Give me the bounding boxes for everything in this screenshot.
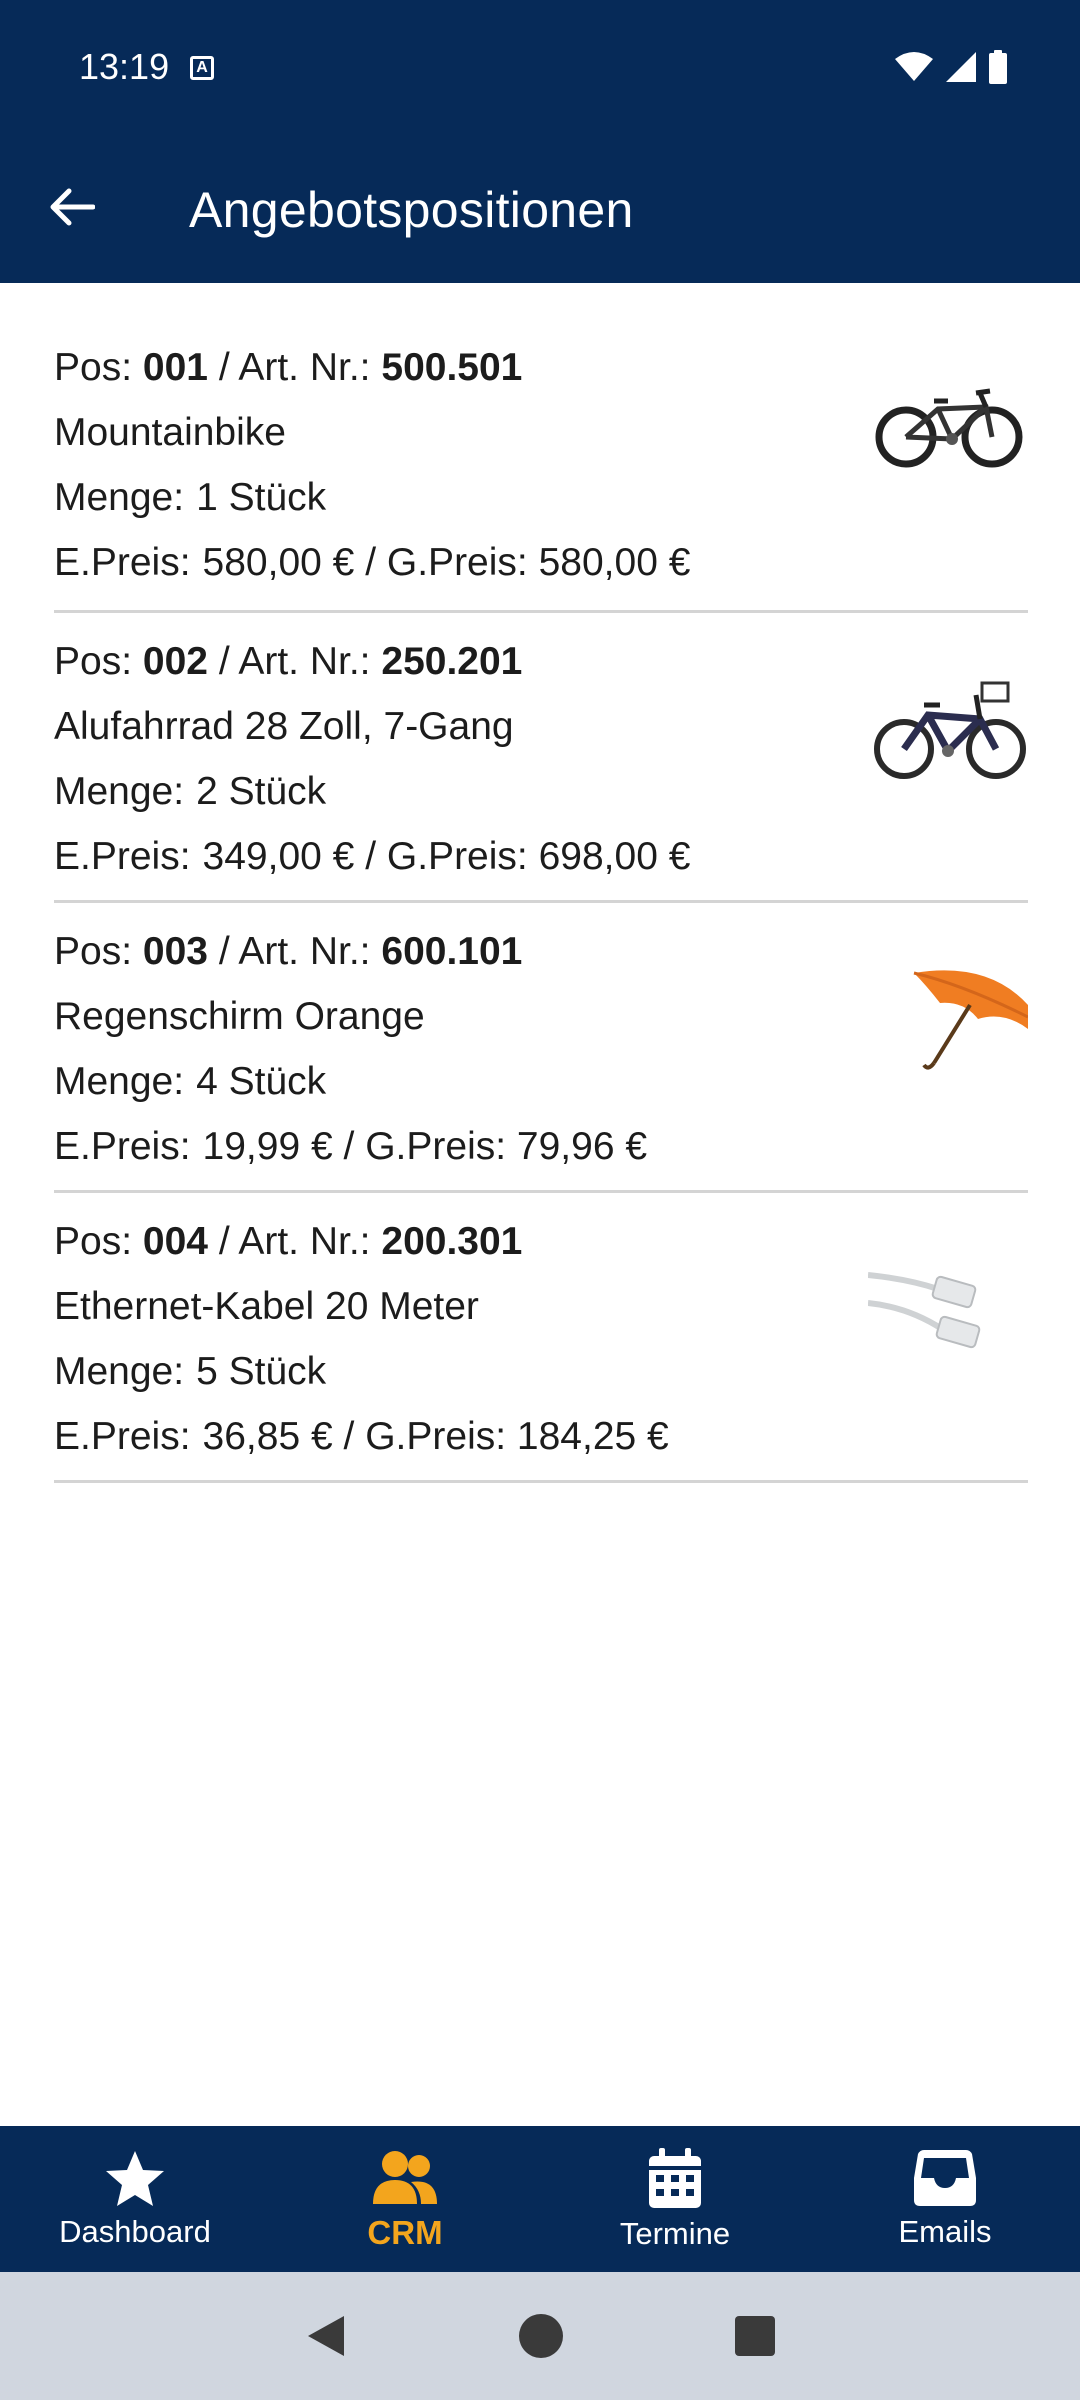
system-navigation-bar xyxy=(0,2272,1080,2400)
users-icon xyxy=(373,2151,437,2204)
cellular-signal-icon xyxy=(946,52,976,82)
quantity-unit: Stück xyxy=(228,770,327,813)
quantity-line: Menge: 2 Stück xyxy=(54,770,327,813)
inbox-icon xyxy=(914,2150,976,2206)
position-number: 003 xyxy=(142,930,208,973)
wifi-icon xyxy=(895,52,933,81)
article-name: Alufahrrad 28 Zoll, 7-Gang xyxy=(54,705,514,748)
price-line: E.Preis: 19,99 € / G.Preis: 79,96 € xyxy=(54,1125,648,1168)
price-line: E.Preis: 580,00 € / G.Preis: 580,00 € xyxy=(54,541,691,584)
app-bar: Angebotspositionen xyxy=(0,135,1080,283)
system-recents-icon[interactable] xyxy=(734,2315,776,2357)
bottom-navigation: Dashboard CRM Termine Emails xyxy=(0,2126,1080,2272)
star-icon xyxy=(106,2151,164,2206)
status-icons xyxy=(894,50,1008,84)
quantity-line: Menge: 1 Stück xyxy=(54,476,327,519)
offer-position-list: Pos: 001 / Art. Nr.: 500.501 Mountainbik… xyxy=(0,283,1080,1483)
nav-label-crm: CRM xyxy=(367,2214,443,2251)
city-bike-image xyxy=(874,681,1026,779)
list-item[interactable]: Pos: 001 / Art. Nr.: 500.501 Mountainbik… xyxy=(54,283,1028,613)
status-time: 13:19 xyxy=(79,46,170,87)
position-number: 004 xyxy=(142,1220,208,1263)
orange-umbrella-image xyxy=(913,970,1028,1070)
position-line: Pos: 002 / Art. Nr.: 250.201 xyxy=(54,640,523,683)
unit-price: 19,99 € xyxy=(202,1125,333,1168)
article-number: 500.501 xyxy=(381,346,523,389)
article-number: 250.201 xyxy=(381,640,523,683)
back-button[interactable] xyxy=(40,175,104,239)
position-line: Pos: 004 / Art. Nr.: 200.301 xyxy=(54,1220,523,1263)
position-line: Pos: 003 / Art. Nr.: 600.101 xyxy=(54,930,523,973)
unit-price: 36,85 € xyxy=(202,1415,333,1458)
mountainbike-image xyxy=(875,388,1023,468)
system-back-icon[interactable] xyxy=(304,2313,348,2359)
calendar-icon xyxy=(649,2148,701,2208)
ethernet-cable-image xyxy=(868,1272,981,1349)
keyboard-indicator-icon: A xyxy=(190,56,214,80)
list-item[interactable]: Pos: 004 / Art. Nr.: 200.301 Ethernet-Ka… xyxy=(54,1193,1028,1483)
nav-dashboard[interactable]: Dashboard xyxy=(0,2126,270,2272)
nav-termine[interactable]: Termine xyxy=(540,2126,810,2272)
position-line: Pos: 001 / Art. Nr.: 500.501 xyxy=(54,346,523,389)
quantity-unit: Stück xyxy=(228,1350,327,1393)
article-number: 200.301 xyxy=(381,1220,523,1263)
quantity-value: 5 xyxy=(196,1350,218,1393)
battery-icon xyxy=(989,50,1007,84)
article-name: Mountainbike xyxy=(54,411,286,454)
quantity-line: Menge: 4 Stück xyxy=(54,1060,327,1103)
nav-label-emails: Emails xyxy=(898,2214,992,2249)
page-title: Angebotspositionen xyxy=(189,182,634,238)
article-name: Regenschirm Orange xyxy=(54,995,425,1038)
nav-emails[interactable]: Emails xyxy=(810,2126,1080,2272)
arrow-left-icon xyxy=(50,188,95,226)
article-number: 600.101 xyxy=(381,930,523,973)
quantity-unit: Stück xyxy=(228,1060,327,1103)
list-item[interactable]: Pos: 002 / Art. Nr.: 250.201 Alufahrrad … xyxy=(54,613,1028,903)
position-number: 002 xyxy=(142,640,208,683)
quantity-value: 1 xyxy=(196,476,218,519)
total-price: 580,00 € xyxy=(538,541,691,584)
status-bar: 13:19 A xyxy=(0,0,1080,135)
unit-price: 349,00 € xyxy=(202,835,355,878)
unit-price: 580,00 € xyxy=(202,541,355,584)
price-line: E.Preis: 349,00 € / G.Preis: 698,00 € xyxy=(54,835,691,878)
position-number: 001 xyxy=(142,346,208,389)
total-price: 79,96 € xyxy=(516,1125,648,1168)
quantity-line: Menge: 5 Stück xyxy=(54,1350,327,1393)
article-name: Ethernet-Kabel 20 Meter xyxy=(54,1285,479,1328)
nav-crm[interactable]: CRM xyxy=(270,2126,540,2272)
total-price: 698,00 € xyxy=(538,835,691,878)
quantity-value: 2 xyxy=(196,770,218,813)
quantity-unit: Stück xyxy=(228,476,327,519)
system-home-icon[interactable] xyxy=(518,2313,564,2359)
quantity-value: 4 xyxy=(196,1060,218,1103)
nav-label-termine: Termine xyxy=(619,2216,731,2251)
price-line: E.Preis: 36,85 € / G.Preis: 184,25 € xyxy=(54,1415,669,1458)
nav-label-dashboard: Dashboard xyxy=(59,2214,211,2249)
list-item[interactable]: Pos: 003 / Art. Nr.: 600.101 Regenschirm… xyxy=(54,903,1028,1193)
total-price: 184,25 € xyxy=(516,1415,669,1458)
